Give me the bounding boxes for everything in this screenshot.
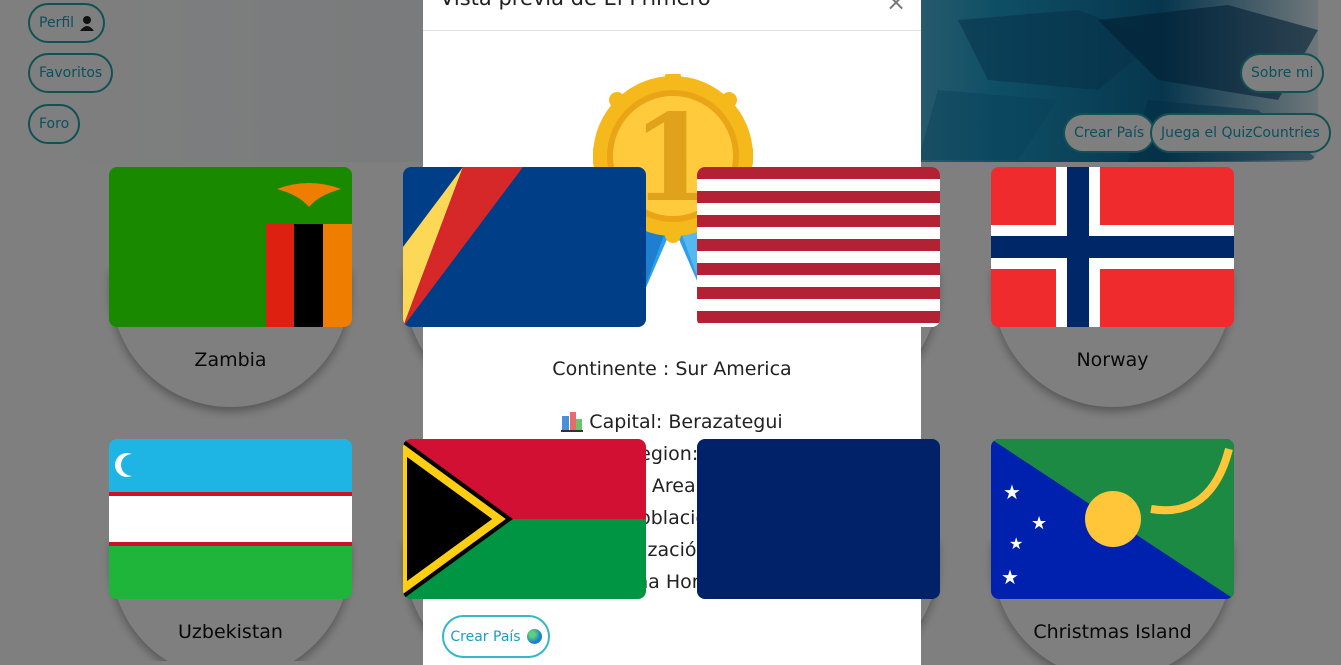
capital-text: Capital: Berazategui bbox=[589, 411, 783, 433]
city-icon bbox=[561, 412, 584, 432]
svg-text:★: ★ bbox=[1001, 565, 1019, 589]
crear-pais-label: Crear País bbox=[450, 628, 521, 645]
uzbekistan-flag bbox=[109, 439, 352, 599]
norway-flag bbox=[991, 167, 1234, 327]
modal-header: Vista previa de El Primero × bbox=[423, 0, 921, 31]
christmas-island-flag: ★ ★ ★ ★ bbox=[991, 439, 1234, 599]
usa-flag bbox=[697, 167, 940, 327]
svg-text:★: ★ bbox=[1031, 513, 1047, 534]
seychelles-flag bbox=[403, 167, 646, 327]
capital-row: Capital: Berazategui bbox=[423, 410, 921, 433]
zambia-flag bbox=[109, 167, 352, 327]
continent-text: Continente : Sur America bbox=[552, 358, 792, 380]
vanuatu-flag bbox=[403, 439, 646, 599]
close-button[interactable]: × bbox=[886, 0, 906, 16]
modal-title: Vista previa de El Primero bbox=[440, 0, 711, 10]
svg-text:★: ★ bbox=[1009, 534, 1023, 553]
svg-text:★: ★ bbox=[1003, 480, 1021, 504]
globe-icon bbox=[526, 629, 542, 644]
flag-partial bbox=[697, 439, 940, 599]
crear-pais-button[interactable]: Crear País bbox=[442, 615, 550, 658]
